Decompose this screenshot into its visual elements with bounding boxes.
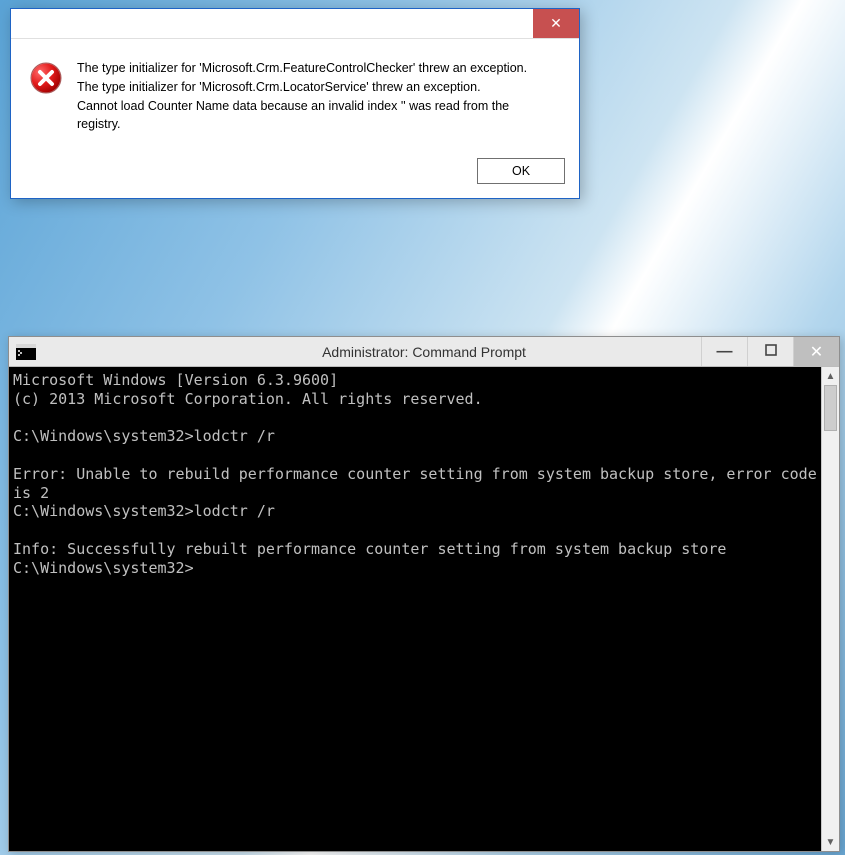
minimize-icon: — — [717, 343, 733, 361]
desktop-background: ✕ The type initiali — [0, 0, 845, 855]
minimize-button[interactable]: — — [701, 337, 747, 366]
maximize-button[interactable] — [747, 337, 793, 366]
ok-button[interactable]: OK — [477, 158, 565, 184]
scrollbar-track[interactable] — [822, 385, 839, 833]
scrollbar-thumb[interactable] — [824, 385, 837, 431]
cmd-close-button[interactable]: ✕ — [793, 337, 839, 366]
cmd-window-buttons: — ✕ — [701, 337, 839, 366]
error-dialog: ✕ The type initiali — [10, 8, 580, 199]
cmd-scrollbar[interactable]: ▲ ▼ — [821, 367, 839, 851]
scroll-down-button[interactable]: ▼ — [822, 833, 839, 851]
close-icon: ✕ — [810, 342, 823, 362]
close-icon: ✕ — [550, 15, 562, 32]
close-button[interactable]: ✕ — [533, 9, 579, 38]
maximize-icon — [765, 343, 777, 361]
dialog-footer: OK — [11, 150, 579, 198]
cmd-titlebar[interactable]: Administrator: Command Prompt — ✕ — [9, 337, 839, 367]
chevron-up-icon: ▲ — [826, 371, 836, 382]
chevron-down-icon: ▼ — [826, 837, 836, 848]
scroll-up-button[interactable]: ▲ — [822, 367, 839, 385]
dialog-message: The type initializer for 'Microsoft.Crm.… — [77, 59, 555, 134]
dialog-body: The type initializer for 'Microsoft.Crm.… — [11, 39, 579, 150]
command-prompt-window: Administrator: Command Prompt — ✕ Micros… — [8, 336, 840, 852]
dialog-titlebar: ✕ — [11, 9, 579, 39]
cmd-system-icon[interactable] — [15, 343, 37, 361]
cmd-terminal[interactable]: Microsoft Windows [Version 6.3.9600] (c)… — [9, 367, 821, 851]
cmd-client-area: Microsoft Windows [Version 6.3.9600] (c)… — [9, 367, 839, 851]
error-icon — [29, 59, 65, 134]
